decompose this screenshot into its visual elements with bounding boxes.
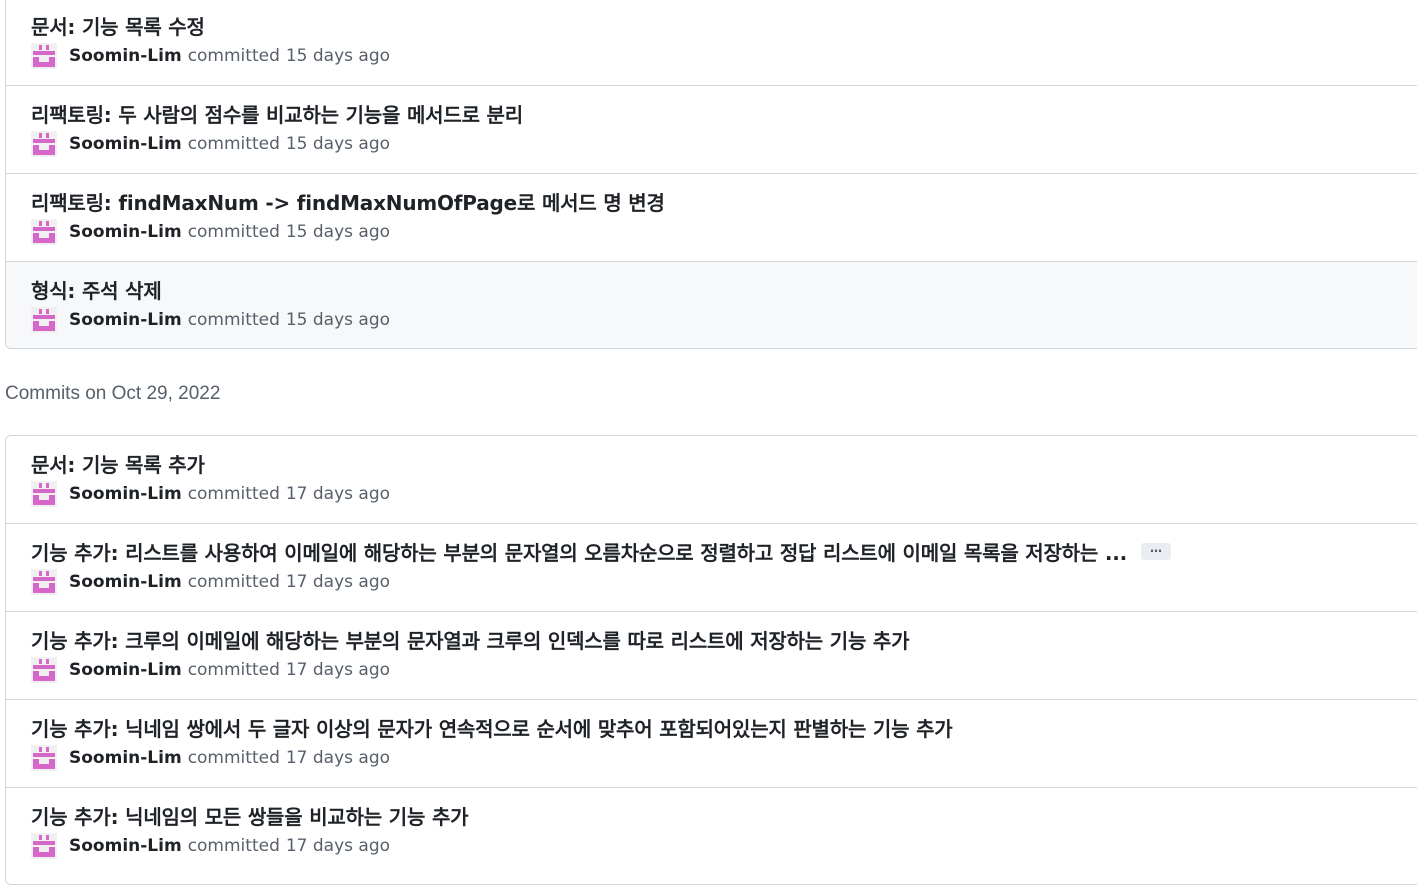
commit-verb: committed <box>187 484 280 504</box>
author-link[interactable]: Soomin-Lim <box>69 310 182 330</box>
commit-verb: committed <box>187 660 280 680</box>
avatar-icon[interactable] <box>31 219 57 245</box>
commit-row[interactable]: 기능 추가: 크루의 이메일에 해당하는 부분의 문자열과 크루의 인덱스를 따… <box>6 612 1417 700</box>
commit-title[interactable]: 기능 추가: 닉네임의 모든 쌍들을 비교하는 기능 추가 <box>31 801 469 830</box>
commit-time[interactable]: 17 days ago <box>286 660 390 680</box>
commit-meta: Soomin-Lim committed 15 days ago <box>31 131 390 157</box>
author-link[interactable]: Soomin-Lim <box>69 836 182 856</box>
commit-row[interactable]: 리팩토링: findMaxNum -> findMaxNumOfPage로 메서… <box>6 174 1417 262</box>
commit-verb: committed <box>187 222 280 242</box>
commit-verb: committed <box>187 134 280 154</box>
commit-time[interactable]: 15 days ago <box>286 310 390 330</box>
commit-verb: committed <box>187 46 280 66</box>
commit-row[interactable]: 문서: 기능 목록 추가 Soomin-Lim committed 17 day… <box>6 436 1417 524</box>
commit-title[interactable]: 형식: 주석 삭제 <box>31 275 162 304</box>
commit-time[interactable]: 15 days ago <box>286 46 390 66</box>
commit-time[interactable]: 17 days ago <box>286 836 390 856</box>
commit-row[interactable]: 기능 추가: 리스트를 사용하여 이메일에 해당하는 부분의 문자열의 오름차순… <box>6 524 1417 612</box>
commit-verb: committed <box>187 836 280 856</box>
commit-meta: Soomin-Lim committed 15 days ago <box>31 43 390 69</box>
avatar-icon[interactable] <box>31 569 57 595</box>
commit-row[interactable]: 기능 추가: 닉네임 쌍에서 두 글자 이상의 문자가 연속적으로 순서에 맞추… <box>6 700 1417 788</box>
commit-group-2: 문서: 기능 목록 추가 Soomin-Lim committed 17 day… <box>5 435 1417 885</box>
commit-row[interactable]: 형식: 주석 삭제 Soomin-Lim committed 15 days a… <box>6 262 1417 348</box>
author-link[interactable]: Soomin-Lim <box>69 748 182 768</box>
commit-verb: committed <box>187 310 280 330</box>
commit-meta: Soomin-Lim committed 15 days ago <box>31 219 390 245</box>
commit-title-wrapper: 기능 추가: 리스트를 사용하여 이메일에 해당하는 부분의 문자열의 오름차순… <box>31 537 1172 566</box>
author-link[interactable]: Soomin-Lim <box>69 572 182 592</box>
commit-title[interactable]: 문서: 기능 목록 추가 <box>31 449 205 478</box>
commit-verb: committed <box>187 748 280 768</box>
expand-message-button[interactable]: … <box>1141 542 1172 560</box>
author-link[interactable]: Soomin-Lim <box>69 484 182 504</box>
commit-title[interactable]: 기능 추가: 닉네임 쌍에서 두 글자 이상의 문자가 연속적으로 순서에 맞추… <box>31 713 953 742</box>
commit-time[interactable]: 15 days ago <box>286 222 390 242</box>
commit-title[interactable]: 문서: 기능 목록 수정 <box>31 11 205 40</box>
commit-row[interactable]: 리팩토링: 두 사람의 점수를 비교하는 기능을 메서드로 분리 Soomin-… <box>6 86 1417 174</box>
avatar-icon[interactable] <box>31 657 57 683</box>
commit-title[interactable]: 리팩토링: 두 사람의 점수를 비교하는 기능을 메서드로 분리 <box>31 99 523 128</box>
commit-meta: Soomin-Lim committed 17 days ago <box>31 481 390 507</box>
commit-title[interactable]: 리팩토링: findMaxNum -> findMaxNumOfPage로 메서… <box>31 187 665 216</box>
commit-meta: Soomin-Lim committed 17 days ago <box>31 833 390 859</box>
commit-date-heading: Commits on Oct 29, 2022 <box>5 383 221 404</box>
commit-row[interactable]: 문서: 기능 목록 수정 Soomin-Lim committed 15 day… <box>6 0 1417 86</box>
commit-time[interactable]: 15 days ago <box>286 134 390 154</box>
avatar-icon[interactable] <box>31 745 57 771</box>
avatar-icon[interactable] <box>31 481 57 507</box>
author-link[interactable]: Soomin-Lim <box>69 134 182 154</box>
avatar-icon[interactable] <box>31 833 57 859</box>
commit-meta: Soomin-Lim committed 15 days ago <box>31 307 390 333</box>
avatar-icon[interactable] <box>31 307 57 333</box>
author-link[interactable]: Soomin-Lim <box>69 222 182 242</box>
commit-group-1: 문서: 기능 목록 수정 Soomin-Lim committed 15 day… <box>5 0 1417 349</box>
commit-title[interactable]: 기능 추가: 크루의 이메일에 해당하는 부분의 문자열과 크루의 인덱스를 따… <box>31 625 910 654</box>
author-link[interactable]: Soomin-Lim <box>69 46 182 66</box>
avatar-icon[interactable] <box>31 43 57 69</box>
commit-meta: Soomin-Lim committed 17 days ago <box>31 745 390 771</box>
commit-verb: committed <box>187 572 280 592</box>
commit-meta: Soomin-Lim committed 17 days ago <box>31 657 390 683</box>
commit-title[interactable]: 기능 추가: 리스트를 사용하여 이메일에 해당하는 부분의 문자열의 오름차순… <box>31 537 1127 566</box>
commit-meta: Soomin-Lim committed 17 days ago <box>31 569 390 595</box>
commit-time[interactable]: 17 days ago <box>286 748 390 768</box>
commit-row[interactable]: 기능 추가: 닉네임의 모든 쌍들을 비교하는 기능 추가 Soomin-Lim… <box>6 788 1417 876</box>
author-link[interactable]: Soomin-Lim <box>69 660 182 680</box>
commit-time[interactable]: 17 days ago <box>286 572 390 592</box>
avatar-icon[interactable] <box>31 131 57 157</box>
commit-time[interactable]: 17 days ago <box>286 484 390 504</box>
